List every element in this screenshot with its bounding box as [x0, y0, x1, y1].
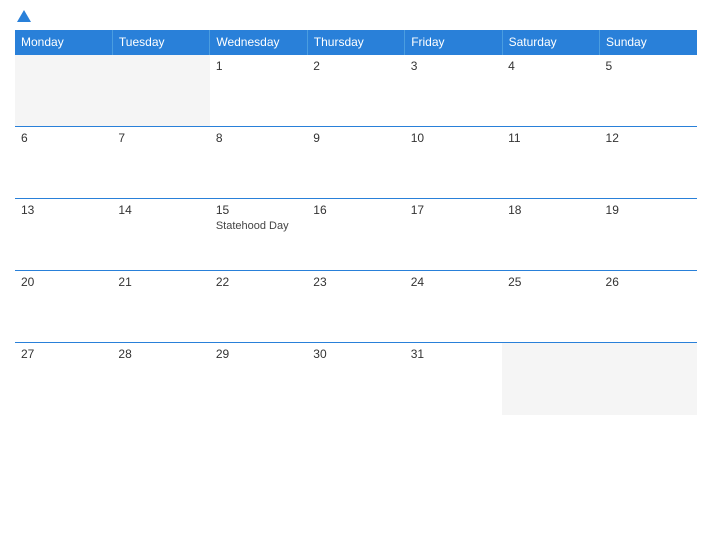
calendar-table: MondayTuesdayWednesdayThursdayFridaySatu… [15, 30, 697, 415]
day-number: 14 [118, 203, 203, 217]
calendar-cell: 15 Statehood Day [210, 199, 307, 271]
week-row-4: 20 21 22 23 24 25 26 [15, 271, 697, 343]
holiday-label: Statehood Day [216, 220, 301, 232]
calendar-cell: 1 [210, 55, 307, 127]
day-number: 13 [21, 203, 106, 217]
week-row-2: 6789 10 11 12 [15, 127, 697, 199]
day-number: 1 [216, 59, 301, 73]
calendar-cell: 26 [600, 271, 697, 343]
weekday-header-sunday: Sunday [600, 30, 697, 55]
day-number: 8 [216, 131, 301, 145]
calendar-cell [600, 343, 697, 415]
day-number: 2 [313, 59, 398, 73]
day-number: 22 [216, 275, 301, 289]
week-row-1: 12345 [15, 55, 697, 127]
week-row-3: 13 14 15 Statehood Day 16 17 18 19 [15, 199, 697, 271]
calendar-cell: 20 [15, 271, 112, 343]
calendar-cell: 14 [112, 199, 209, 271]
calendar-cell: 29 [210, 343, 307, 415]
calendar-cell [112, 55, 209, 127]
day-number: 7 [118, 131, 203, 145]
day-number: 17 [411, 203, 496, 217]
calendar-cell: 25 [502, 271, 599, 343]
calendar-cell: 16 [307, 199, 404, 271]
day-number: 25 [508, 275, 593, 289]
calendar-cell: 9 [307, 127, 404, 199]
weekday-header-tuesday: Tuesday [112, 30, 209, 55]
day-number: 10 [411, 131, 496, 145]
day-number: 3 [411, 59, 496, 73]
calendar-cell: 27 [15, 343, 112, 415]
calendar-page: MondayTuesdayWednesdayThursdayFridaySatu… [0, 0, 712, 550]
weekday-header-monday: Monday [15, 30, 112, 55]
day-number: 30 [313, 347, 398, 361]
day-number: 16 [313, 203, 398, 217]
calendar-cell: 19 [600, 199, 697, 271]
day-number: 29 [216, 347, 301, 361]
calendar-cell: 2 [307, 55, 404, 127]
calendar-cell: 8 [210, 127, 307, 199]
day-number: 24 [411, 275, 496, 289]
day-number: 5 [606, 59, 691, 73]
calendar-cell: 4 [502, 55, 599, 127]
calendar-cell: 11 [502, 127, 599, 199]
calendar-cell: 23 [307, 271, 404, 343]
day-number: 12 [606, 131, 691, 145]
calendar-cell: 22 [210, 271, 307, 343]
day-number: 4 [508, 59, 593, 73]
day-number: 19 [606, 203, 691, 217]
calendar-cell: 30 [307, 343, 404, 415]
calendar-cell: 3 [405, 55, 502, 127]
calendar-cell [502, 343, 599, 415]
week-row-5: 27 28 29 30 31 [15, 343, 697, 415]
day-number: 18 [508, 203, 593, 217]
calendar-cell: 13 [15, 199, 112, 271]
calendar-cell: 21 [112, 271, 209, 343]
calendar-cell: 12 [600, 127, 697, 199]
day-number: 28 [118, 347, 203, 361]
logo-triangle-icon [17, 10, 31, 22]
calendar-cell: 31 [405, 343, 502, 415]
calendar-cell: 6 [15, 127, 112, 199]
logo-top [15, 10, 31, 22]
day-number: 6 [21, 131, 106, 145]
day-number: 26 [606, 275, 691, 289]
weekday-header-row: MondayTuesdayWednesdayThursdayFridaySatu… [15, 30, 697, 55]
day-number: 9 [313, 131, 398, 145]
calendar-cell: 10 [405, 127, 502, 199]
calendar-cell: 7 [112, 127, 209, 199]
calendar-cell [15, 55, 112, 127]
weekday-header-wednesday: Wednesday [210, 30, 307, 55]
logo [15, 10, 31, 22]
day-number: 27 [21, 347, 106, 361]
day-number: 23 [313, 275, 398, 289]
calendar-cell: 18 [502, 199, 599, 271]
calendar-cell: 5 [600, 55, 697, 127]
weekday-header-thursday: Thursday [307, 30, 404, 55]
weekday-header-friday: Friday [405, 30, 502, 55]
day-number: 31 [411, 347, 496, 361]
day-number: 20 [21, 275, 106, 289]
weekday-header-saturday: Saturday [502, 30, 599, 55]
calendar-cell: 17 [405, 199, 502, 271]
day-number: 21 [118, 275, 203, 289]
day-number: 15 [216, 203, 301, 217]
calendar-cell: 28 [112, 343, 209, 415]
header [15, 10, 697, 22]
calendar-cell: 24 [405, 271, 502, 343]
day-number: 11 [508, 131, 593, 145]
